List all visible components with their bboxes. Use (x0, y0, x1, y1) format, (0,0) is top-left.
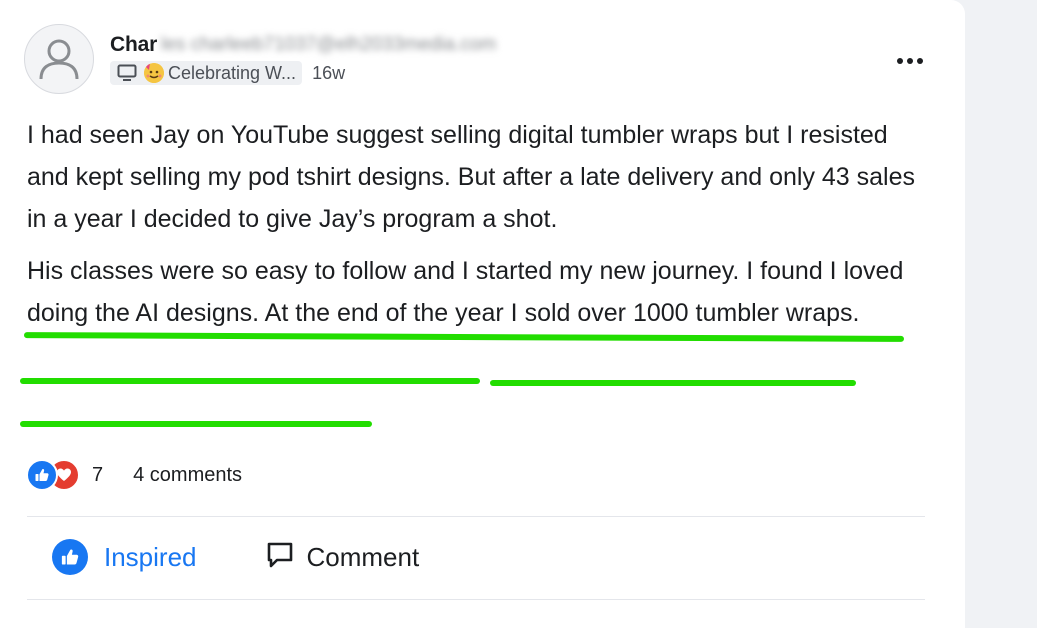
user-icon (39, 39, 79, 80)
group-chip[interactable]: Celebrating W... (110, 61, 303, 85)
post-paragraph-1: I had seen Jay on YouTube suggest sellin… (27, 121, 916, 233)
comments-count-link[interactable]: 4 comments (133, 464, 242, 487)
highlight-underline (490, 380, 856, 386)
post-card: Char les charleeb71037@elh2033media.com (0, 0, 965, 628)
reaction-count: 7 (92, 463, 104, 486)
divider (27, 599, 925, 600)
ellipsis-icon (897, 58, 903, 64)
inspired-button[interactable]: Inspired (52, 534, 197, 580)
party-face-icon (144, 63, 164, 83)
post-meta: Char les charleeb71037@elh2033media.com (110, 32, 496, 86)
comment-label: Comment (306, 541, 420, 572)
author-email-redacted: les charleeb71037@elh2033media.com (161, 34, 497, 55)
more-options-button[interactable] (888, 46, 932, 76)
like-icon (26, 459, 58, 491)
post-action-bar: Inspired Comment (52, 534, 419, 580)
comment-icon (265, 540, 295, 575)
like-icon (52, 539, 88, 575)
highlight-underline (20, 378, 480, 384)
ellipsis-icon (917, 58, 923, 64)
post-header: Char les charleeb71037@elh2033media.com (24, 24, 496, 94)
highlight-underline (20, 421, 372, 427)
divider (27, 516, 925, 517)
monitor-icon (116, 64, 138, 82)
ellipsis-icon (907, 58, 913, 64)
post-timestamp[interactable]: 16w (312, 63, 345, 84)
post-paragraph-2: His classes were so easy to follow and I… (27, 257, 904, 327)
avatar[interactable] (24, 24, 94, 94)
author-name[interactable]: Char (110, 33, 157, 57)
post-subline: Celebrating W... 16w (110, 60, 496, 86)
reactions-summary[interactable]: 7 4 comments (26, 458, 242, 492)
post-body: I had seen Jay on YouTube suggest sellin… (27, 114, 932, 334)
group-name: Celebrating W... (168, 62, 297, 83)
author-row: Char les charleeb71037@elh2033media.com (110, 32, 496, 58)
inspired-label: Inspired (104, 541, 197, 572)
comment-button[interactable]: Comment (265, 534, 420, 580)
